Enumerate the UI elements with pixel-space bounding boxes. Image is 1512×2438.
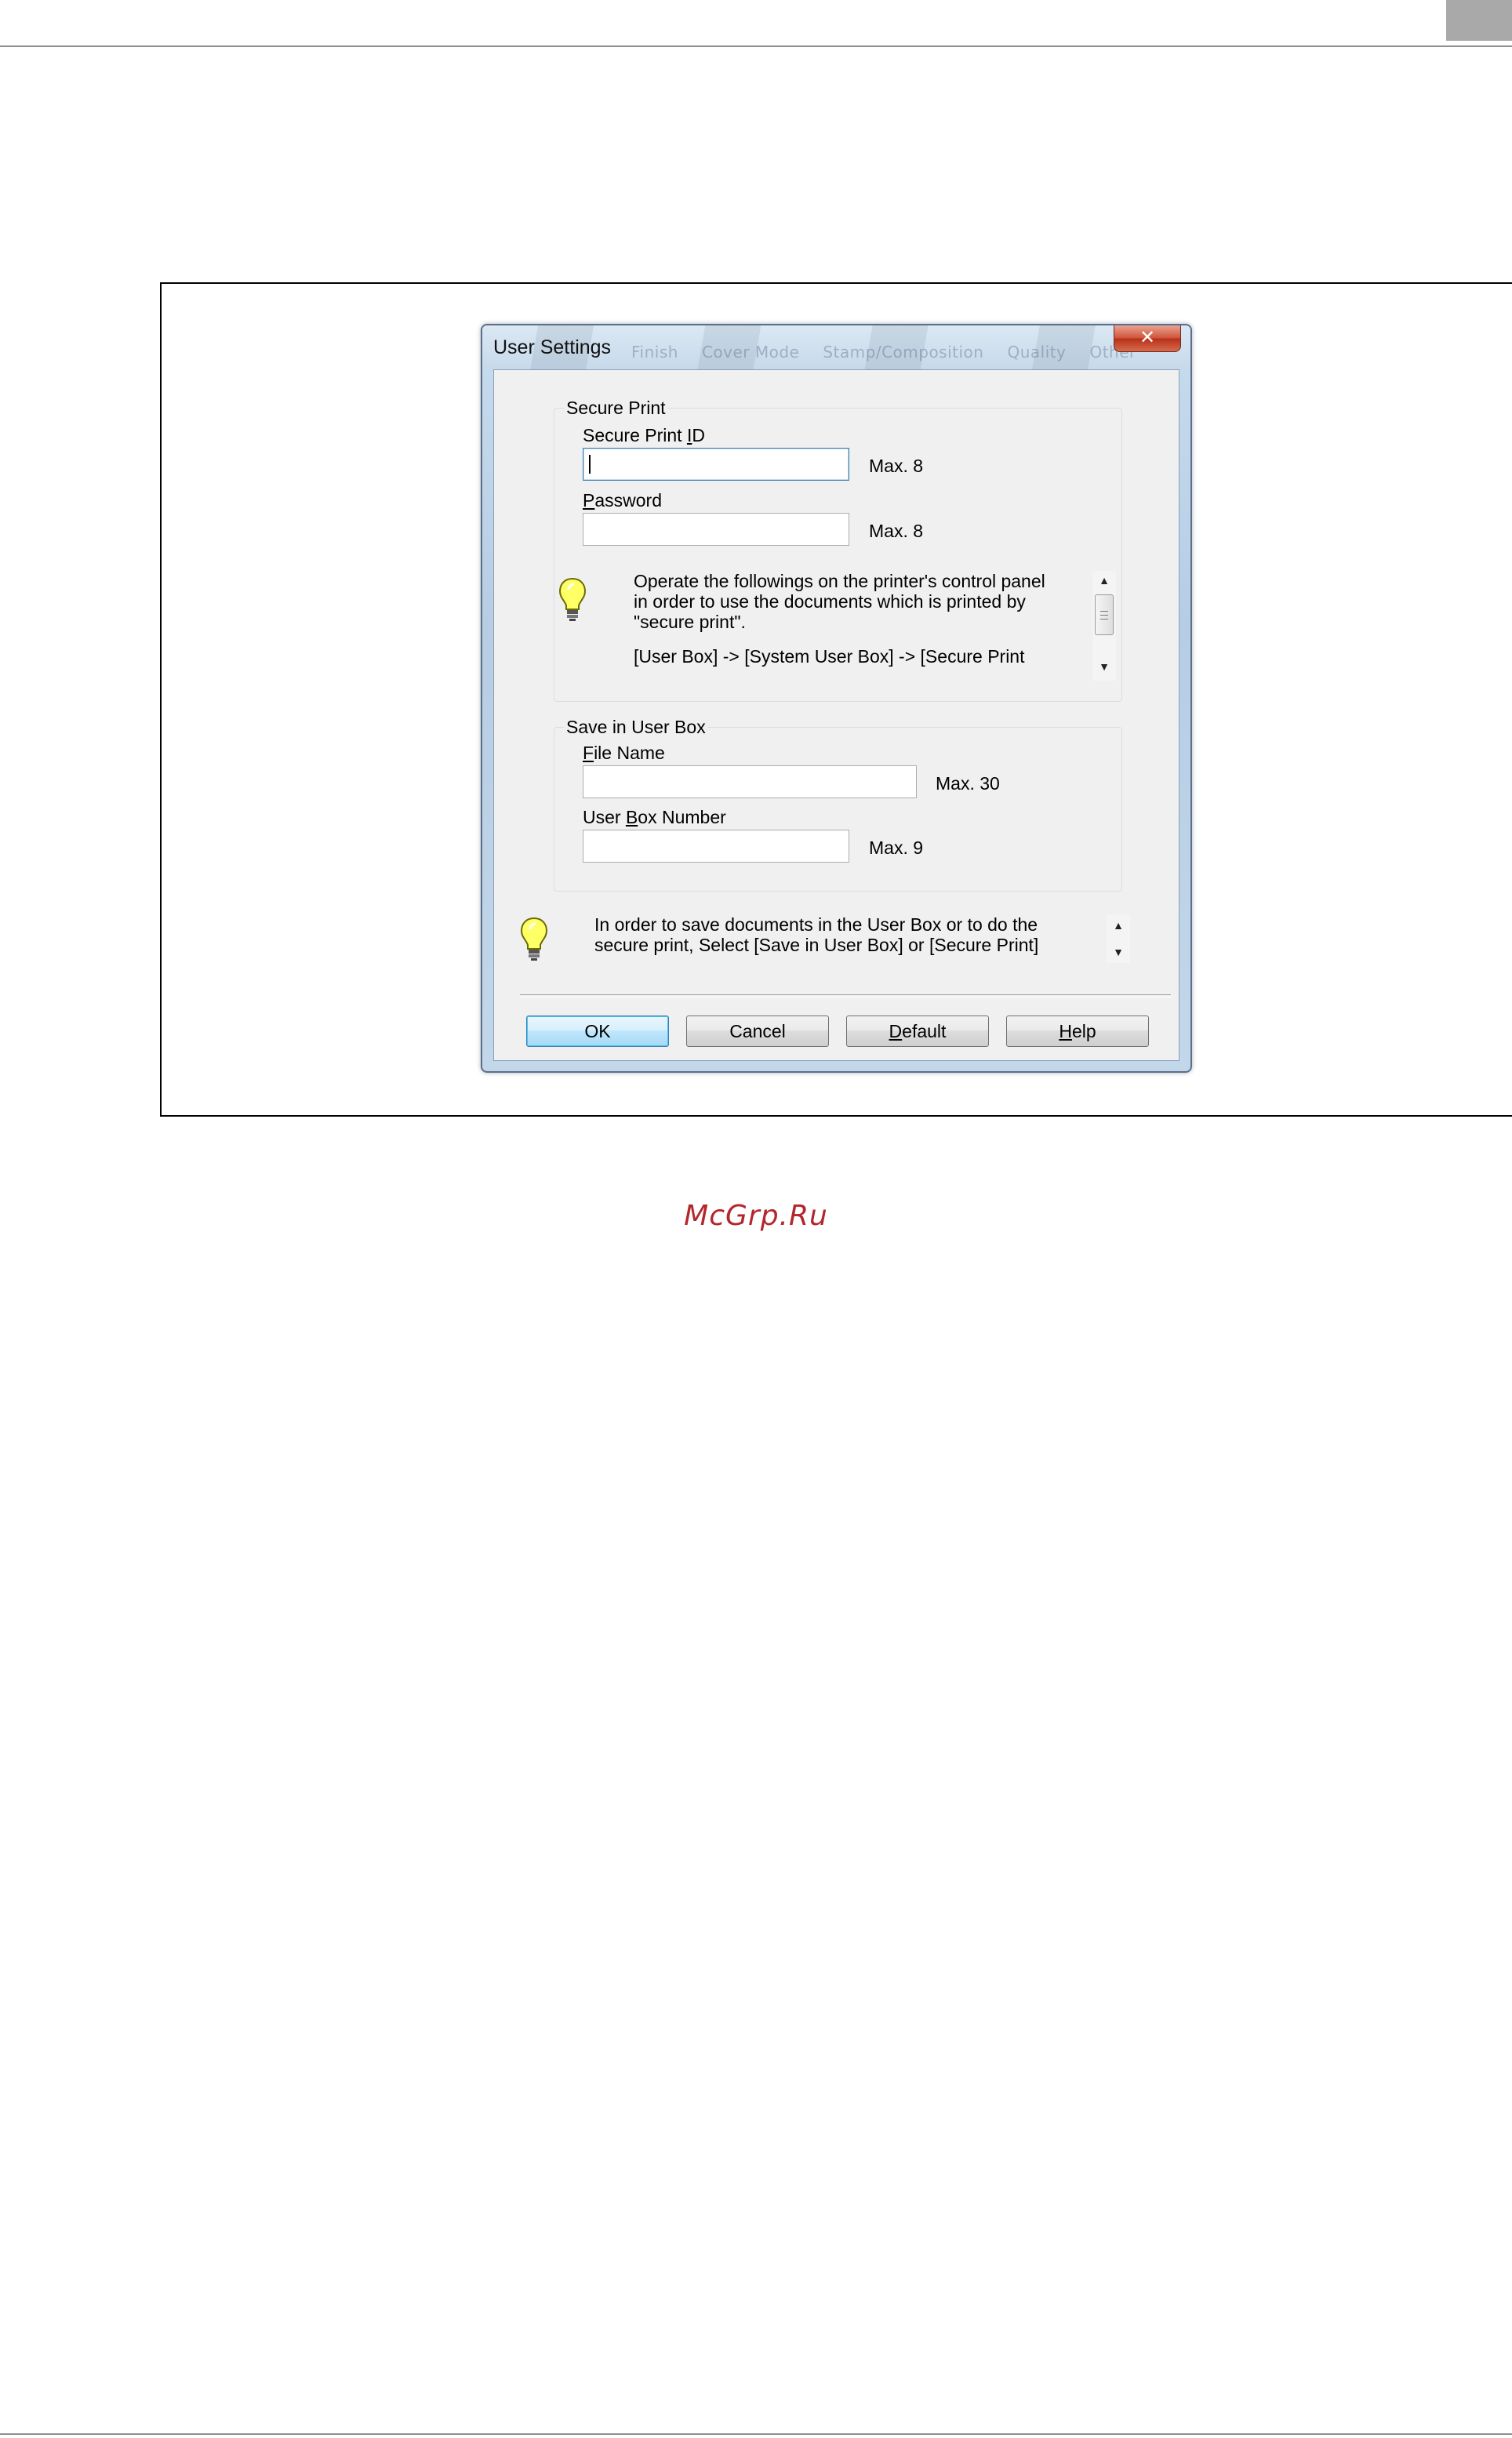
grip-line — [1100, 611, 1108, 612]
help-button[interactable]: Help — [1006, 1016, 1149, 1047]
button-separator — [520, 994, 1171, 997]
label-text: assword — [594, 490, 662, 510]
secure-print-id-max: Max. 8 — [869, 456, 924, 476]
password-label: Password — [583, 490, 662, 511]
note-line: in order to use the documents which is p… — [634, 591, 1026, 612]
lightbulb-icon — [520, 917, 548, 961]
mnemonic: D — [889, 1021, 903, 1041]
lightbulb-icon — [558, 577, 587, 621]
user-box-number-max: Max. 9 — [869, 837, 924, 858]
secure-print-note-scrollbar[interactable]: ▲ ▼ — [1092, 571, 1116, 681]
label-text: D — [692, 425, 705, 445]
background-tabs: Finish Cover Mode Stamp/Composition Qual… — [631, 343, 1136, 362]
mnemonic: P — [583, 490, 595, 510]
note-line: secure print, Select [Save in User Box] … — [594, 935, 1039, 955]
note-line: "secure print". — [634, 612, 746, 632]
selection-hint-scrollbar[interactable]: ▲ ▼ — [1107, 914, 1130, 963]
page-top-rule — [0, 45, 1512, 47]
secure-print-id-input[interactable] — [583, 448, 849, 481]
dialog-titlebar[interactable]: Finish Cover Mode Stamp/Composition Qual… — [482, 325, 1190, 369]
file-name-input[interactable] — [583, 765, 917, 798]
user-box-number-input[interactable] — [583, 830, 849, 863]
mnemonic: B — [625, 807, 638, 827]
file-name-label: File Name — [583, 743, 665, 764]
note-line: [User Box] -> [System User Box] -> [Secu… — [634, 646, 1025, 667]
ok-button[interactable]: OK — [526, 1016, 669, 1047]
note-line: Operate the followings on the printer's … — [634, 571, 1045, 591]
text-caret — [589, 455, 591, 474]
user-box-number-label: User Box Number — [583, 807, 726, 828]
button-label: elp — [1071, 1021, 1096, 1041]
scroll-thumb[interactable] — [1095, 594, 1114, 635]
dialog-title: User Settings — [493, 336, 612, 358]
page-header-tab — [1446, 0, 1512, 41]
label-text: User — [583, 807, 626, 827]
mnemonic: F — [583, 743, 594, 763]
scroll-down-arrow[interactable]: ▼ — [1092, 657, 1116, 676]
user-settings-dialog: Finish Cover Mode Stamp/Composition Qual… — [481, 324, 1192, 1073]
button-label: efault — [902, 1021, 947, 1041]
close-icon: ✕ — [1139, 326, 1156, 348]
save-user-box-legend: Save in User Box — [564, 717, 708, 738]
mnemonic: H — [1059, 1021, 1072, 1041]
password-max: Max. 8 — [869, 521, 924, 541]
file-name-max: Max. 30 — [936, 773, 1000, 794]
background-tab: Stamp/Composition — [823, 343, 984, 362]
dialog-client-area: Secure Print Secure Print ID Max. 8 Pass… — [493, 369, 1179, 1061]
scroll-down-arrow[interactable]: ▼ — [1107, 943, 1130, 961]
site-watermark: McGrp.Ru — [684, 1200, 828, 1232]
scroll-up-arrow[interactable]: ▲ — [1092, 571, 1116, 590]
selection-hint-note: In order to save documents in the User B… — [594, 914, 1038, 955]
grip-line — [1100, 615, 1108, 616]
default-button[interactable]: Default — [846, 1016, 989, 1047]
secure-print-legend: Secure Print — [564, 398, 668, 419]
background-tab: Quality — [1007, 343, 1067, 362]
label-text: ox Number — [638, 807, 726, 827]
background-tab: Finish — [631, 343, 678, 362]
note-line: In order to save documents in the User B… — [594, 914, 1038, 935]
password-input[interactable] — [583, 513, 849, 546]
close-button[interactable]: ✕ — [1114, 325, 1181, 352]
label-text: Secure Print — [583, 425, 687, 445]
label-text: ile Name — [594, 743, 665, 763]
cancel-button[interactable]: Cancel — [686, 1016, 829, 1047]
secure-print-note: Operate the followings on the printer's … — [634, 571, 1045, 667]
background-tab: Cover Mode — [701, 343, 800, 362]
secure-print-id-label: Secure Print ID — [583, 425, 705, 446]
page-bottom-rule — [0, 2433, 1512, 2435]
scroll-up-arrow[interactable]: ▲ — [1107, 916, 1130, 935]
